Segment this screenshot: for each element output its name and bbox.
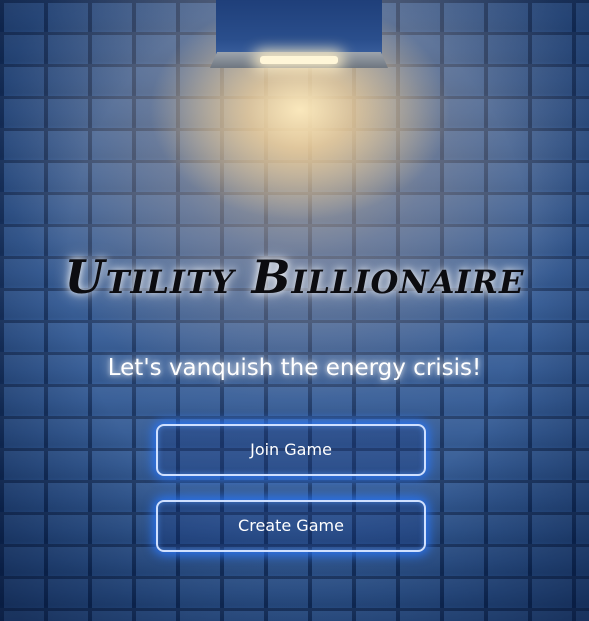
lamp-housing [216, 0, 382, 56]
wall-lamp-icon [210, 0, 388, 72]
start-screen: Utility Billionaire Let's vanquish the e… [0, 0, 589, 621]
create-game-button[interactable]: Create Game [156, 500, 426, 552]
game-tagline: Let's vanquish the energy crisis! [107, 355, 482, 381]
game-title: Utility Billionaire [64, 250, 525, 304]
join-game-button[interactable]: Join Game [156, 424, 426, 476]
lamp-bulb-glow [260, 56, 338, 64]
